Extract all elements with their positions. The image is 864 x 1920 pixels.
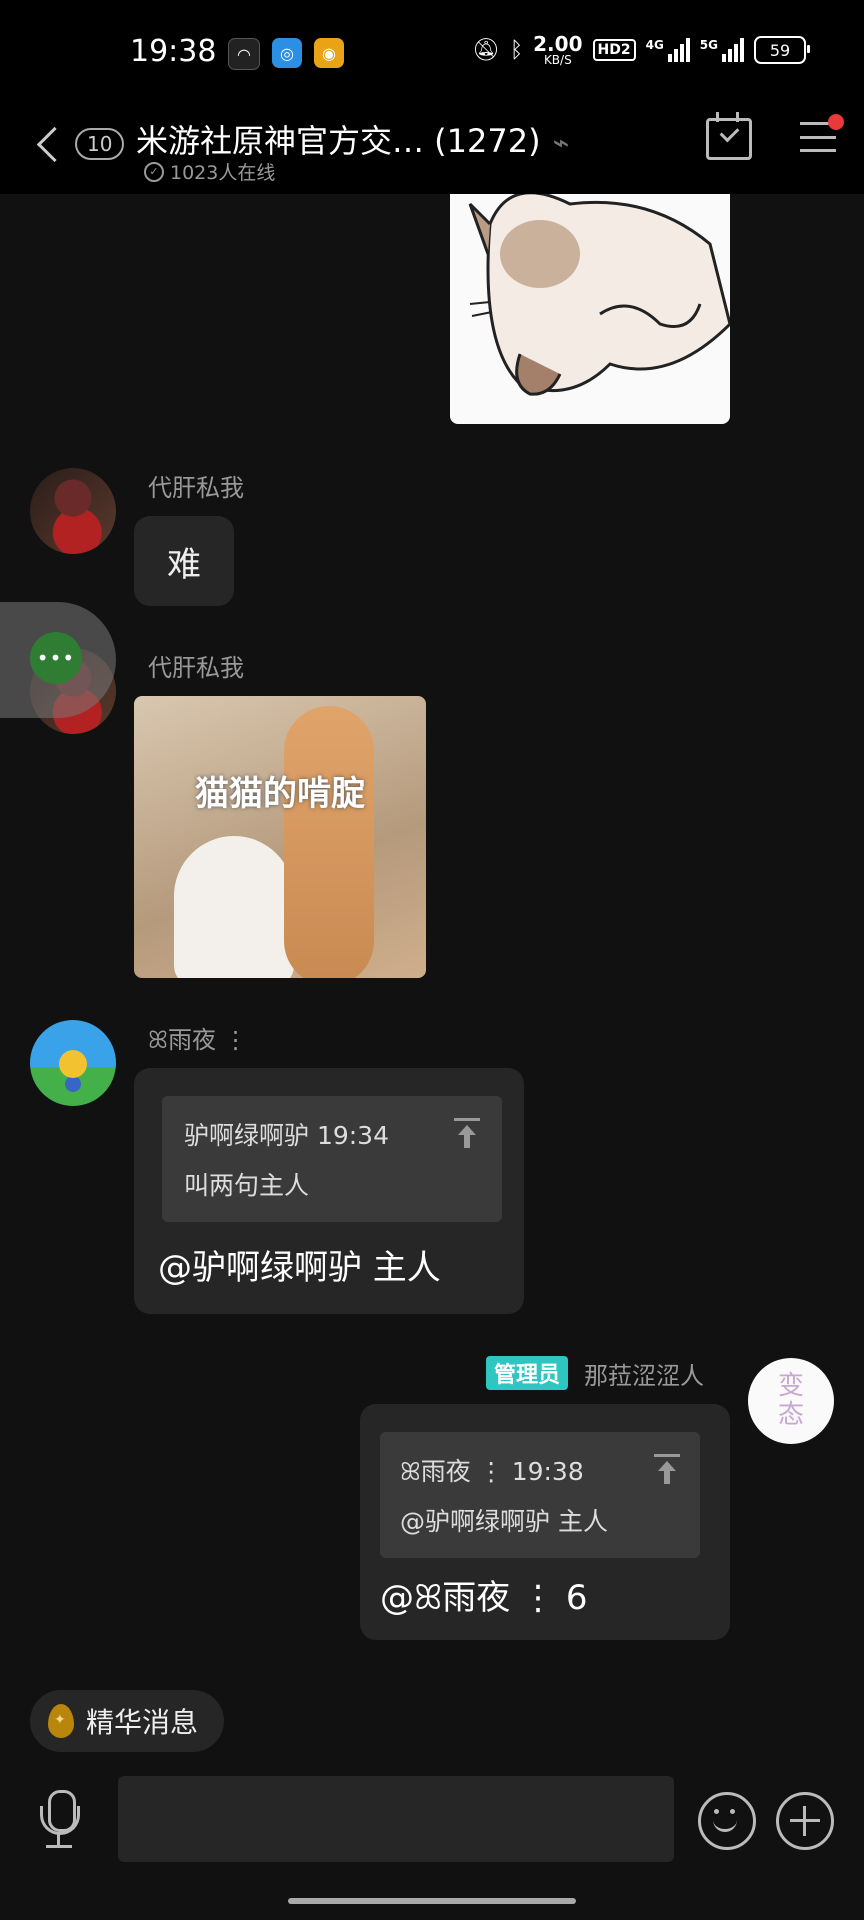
network-speed: 2.00 KB/S — [533, 32, 583, 67]
sender-name[interactable]: 那菈涩涩人 — [584, 1356, 704, 1391]
message-input[interactable] — [118, 1776, 674, 1862]
chevron-left-icon — [36, 126, 73, 162]
status-bar: 19:38 ◠ ◎ ◉ 🔕︎ ᛒ 2.00 KB/S HD2 4G 5G 59 — [0, 0, 864, 110]
avatar[interactable] — [30, 1020, 116, 1106]
message-list[interactable]: 代肝私我 难 代肝私我 猫猫的啃腚 怼 ꕤ雨夜 ⋮ 驴啊绿啊驴 19:34 叫两… — [0, 194, 864, 1666]
admin-badge: 管理员 — [486, 1356, 569, 1390]
message-bubble[interactable]: 难 — [134, 516, 234, 606]
avatar[interactable]: 变 态 — [748, 1358, 834, 1444]
emoji-icon[interactable] — [698, 1792, 756, 1850]
floating-ball[interactable]: ••• — [0, 602, 116, 718]
notification-icons: ◠ ◎ ◉ — [228, 38, 344, 70]
sender-name[interactable]: 代肝私我 — [148, 468, 244, 503]
mute-icon: 🔕︎ — [472, 37, 500, 63]
ear-icon: ⌁ — [552, 126, 570, 159]
clock: 19:38 — [130, 34, 217, 69]
input-bar — [0, 1762, 864, 1920]
sender-name[interactable]: ꕤ雨夜 ⋮ — [148, 1020, 248, 1055]
essence-drop-icon — [48, 1704, 74, 1738]
quote-text: @驴啊绿啊驴 主人 — [400, 1507, 608, 1536]
plus-icon[interactable] — [776, 1792, 834, 1850]
message-bubble[interactable]: 驴啊绿啊驴 19:34 叫两句主人 @驴啊绿啊驴 主人 — [134, 1068, 524, 1314]
calendar-check-icon[interactable] — [706, 112, 752, 160]
signal-5g-icon: 5G — [700, 38, 744, 62]
online-check-icon: ✓ — [144, 161, 164, 182]
message-bubble[interactable]: ꕤ雨夜 ⋮ 19:38 @驴啊绿啊驴 主人 @ꕤ雨夜 ⋮ 6 — [360, 1404, 730, 1640]
quoted-reply[interactable]: ꕤ雨夜 ⋮ 19:38 @驴啊绿啊驴 主人 — [380, 1432, 700, 1558]
bluetooth-icon: ᛒ — [509, 37, 524, 63]
hd-voice-icon: HD2 — [592, 39, 636, 61]
chat-header: 10 米游社原神官方交… (1272) ⌁ ✓ 1023人在线 — [0, 110, 864, 194]
sticker-caption: 猫猫的啃腚 — [195, 774, 365, 814]
chat-title[interactable]: 米游社原神官方交… (1272) ⌁ — [136, 116, 569, 162]
message-text: 难 — [167, 544, 201, 585]
battery-icon: 59 — [754, 36, 810, 64]
message-text: @驴啊绿啊驴 主人 — [158, 1248, 441, 1288]
quoted-reply[interactable]: 驴啊绿啊驴 19:34 叫两句主人 — [162, 1096, 502, 1222]
more-dots-icon: ••• — [30, 632, 82, 684]
cat-meme-image[interactable]: 猫猫的啃腚 — [134, 696, 426, 978]
back-button[interactable]: 10 — [30, 120, 140, 168]
system-indicators: 🔕︎ ᛒ 2.00 KB/S HD2 4G 5G 59 — [472, 32, 810, 67]
cat-sticker-image[interactable] — [450, 194, 730, 424]
quote-text: 叫两句主人 — [184, 1171, 310, 1200]
unread-count-badge: 10 — [75, 128, 125, 160]
online-count: ✓ 1023人在线 — [144, 158, 275, 185]
essence-label: 精华消息 — [86, 1706, 199, 1739]
quote-header: ꕤ雨夜 ⋮ 19:38 — [400, 1457, 584, 1486]
avatar[interactable] — [30, 468, 116, 554]
jump-to-top-icon[interactable] — [452, 1118, 482, 1150]
quote-header: 驴啊绿啊驴 19:34 — [184, 1121, 389, 1150]
chat-title-text: 米游社原神官方交… (1272) — [136, 122, 541, 160]
microphone-icon[interactable] — [38, 1790, 82, 1854]
sender-name[interactable]: 代肝私我 — [148, 648, 244, 683]
home-indicator[interactable] — [288, 1898, 576, 1904]
message-text: @ꕤ雨夜 ⋮ 6 — [380, 1578, 588, 1618]
browser-app-icon: ◎ — [272, 38, 302, 68]
notification-dot — [828, 114, 844, 130]
jump-to-top-icon[interactable] — [652, 1454, 682, 1486]
online-count-text: 1023人在线 — [170, 162, 276, 184]
headset-app-icon: ◠ — [228, 38, 260, 70]
signal-4g-icon: 4G — [646, 38, 690, 62]
weibo-app-icon: ◉ — [314, 38, 344, 68]
essence-messages-button[interactable]: 精华消息 — [30, 1690, 225, 1752]
